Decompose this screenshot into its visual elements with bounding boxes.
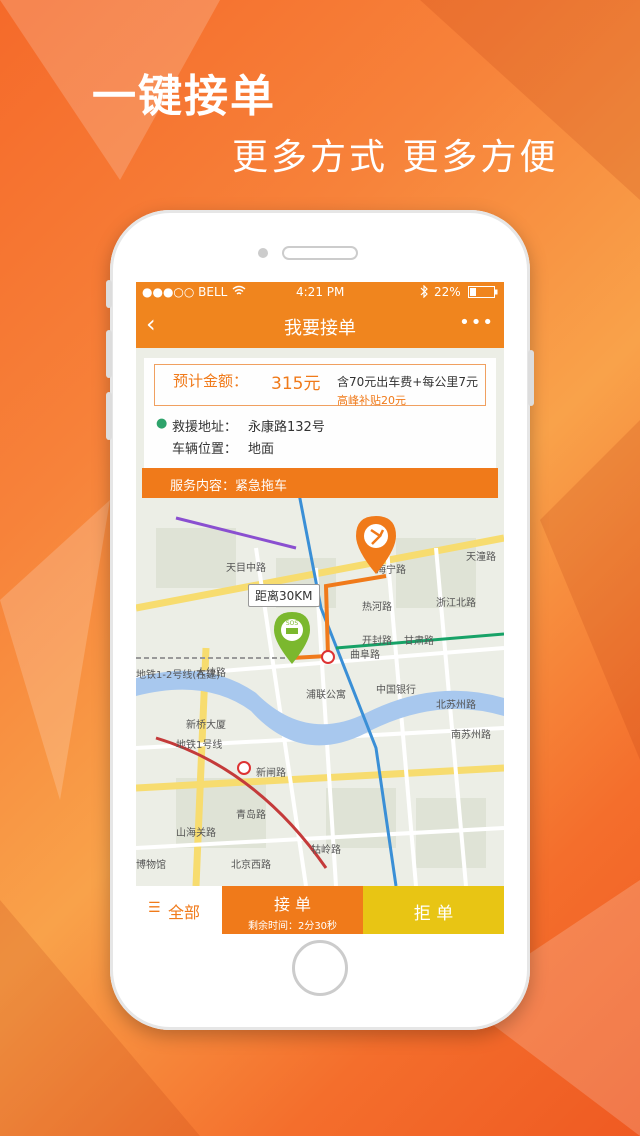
all-button[interactable]: ☰ 全部 <box>136 886 222 934</box>
front-camera <box>258 248 268 258</box>
map-label: 天目中路 <box>226 561 266 574</box>
vehicle-value: 地面 <box>248 442 275 457</box>
action-bar: ☰ 全部 接 单 剩余时间：2分30秒 拒 单 <box>136 886 504 934</box>
map-label: 南苏州路 <box>451 728 491 741</box>
bluetooth-icon <box>420 284 428 301</box>
countdown: 剩余时间：2分30秒 <box>247 921 338 932</box>
map-label: 山海关路 <box>176 826 216 839</box>
map-label: 浙江北路 <box>436 596 476 609</box>
list-icon: ☰ <box>148 900 161 916</box>
map-label: 开封路 <box>362 634 392 647</box>
map-label: 浦联公寓 <box>306 688 346 701</box>
map-label: 热河路 <box>362 600 392 613</box>
metro-station-icon <box>237 761 251 775</box>
map-label: 博物馆 <box>136 858 166 871</box>
metro-station-icon <box>321 650 335 664</box>
page-title: 我要接单 <box>284 318 356 339</box>
service-text: 服务内容：紧急拖车 <box>170 475 287 494</box>
address-value: 永康路132号 <box>248 420 325 435</box>
map-label: 曲阜路 <box>350 648 380 661</box>
status-bar: ●●●○○ BELL 4:21 PM 22% <box>136 282 504 302</box>
surcharge: 高峰补贴20元 <box>337 394 406 407</box>
map-label: 青岛路 <box>236 808 266 821</box>
map-label: 甘肃路 <box>404 634 434 647</box>
map-label: 北苏州路 <box>436 698 476 711</box>
address-label: 救援地址： <box>172 420 238 435</box>
wifi-icon <box>232 285 246 300</box>
price-label: 预计金额： <box>173 372 249 390</box>
map-label: 地铁1-2号线(在建) <box>136 668 220 681</box>
map-label: 新闸路 <box>256 766 286 779</box>
earpiece-speaker <box>282 246 358 260</box>
nav-bar: ‹ 我要接单 ••• <box>136 302 504 348</box>
map-label: 北京西路 <box>231 858 271 871</box>
volume-down-button <box>106 392 112 440</box>
promo-headline: 一键接单 <box>92 71 276 122</box>
service-label: 服务内容： <box>170 479 236 494</box>
promo-subheadline: 更多方式 更多方便 <box>232 137 559 178</box>
price-box: 预计金额： 315元 含70元出车费+每公里7元 高峰补贴20元 <box>154 364 486 407</box>
accept-label: 接 单 <box>273 895 312 914</box>
carrier-signal: ●●●○○ BELL <box>142 285 228 299</box>
order-card: 预计金额： 315元 含70元出车费+每公里7元 高峰补贴20元 ● 救援地址：… <box>142 358 498 498</box>
map-label: 天潼路 <box>466 550 496 563</box>
price-value: 315元 <box>271 374 321 394</box>
location-pin-icon: ● <box>156 416 168 431</box>
reject-label: 拒 单 <box>413 904 454 924</box>
battery-percent: 22% <box>434 285 461 299</box>
map-label: 新桥大厦 <box>186 718 226 731</box>
home-button[interactable] <box>292 940 348 996</box>
sos-label: SOS <box>286 620 299 627</box>
app-screen: ●●●○○ BELL 4:21 PM 22% ‹ 我要接单 ••• 天目中路 海… <box>136 282 504 934</box>
mute-switch <box>106 280 112 308</box>
vehicle-label: 车辆位置： <box>172 442 238 457</box>
volume-up-button <box>106 330 112 378</box>
price-detail: 含70元出车费+每公里7元 <box>337 375 478 389</box>
more-icon[interactable]: ••• <box>459 312 494 333</box>
accept-button[interactable]: 接 单 剩余时间：2分30秒 <box>222 886 363 934</box>
service-bar: 服务内容：紧急拖车 <box>142 468 498 498</box>
clock: 4:21 PM <box>296 285 345 299</box>
power-button <box>528 350 534 406</box>
reject-button[interactable]: 拒 单 <box>363 886 504 934</box>
service-value: 紧急拖车 <box>235 479 288 494</box>
all-label: 全部 <box>168 903 201 922</box>
distance-tooltip: 距离30KM <box>248 584 320 607</box>
map-label: 中国银行 <box>376 683 416 696</box>
battery-icon <box>468 286 498 301</box>
map-label: 牯岭路 <box>311 843 341 856</box>
map-label: 地铁1号线 <box>176 738 222 751</box>
